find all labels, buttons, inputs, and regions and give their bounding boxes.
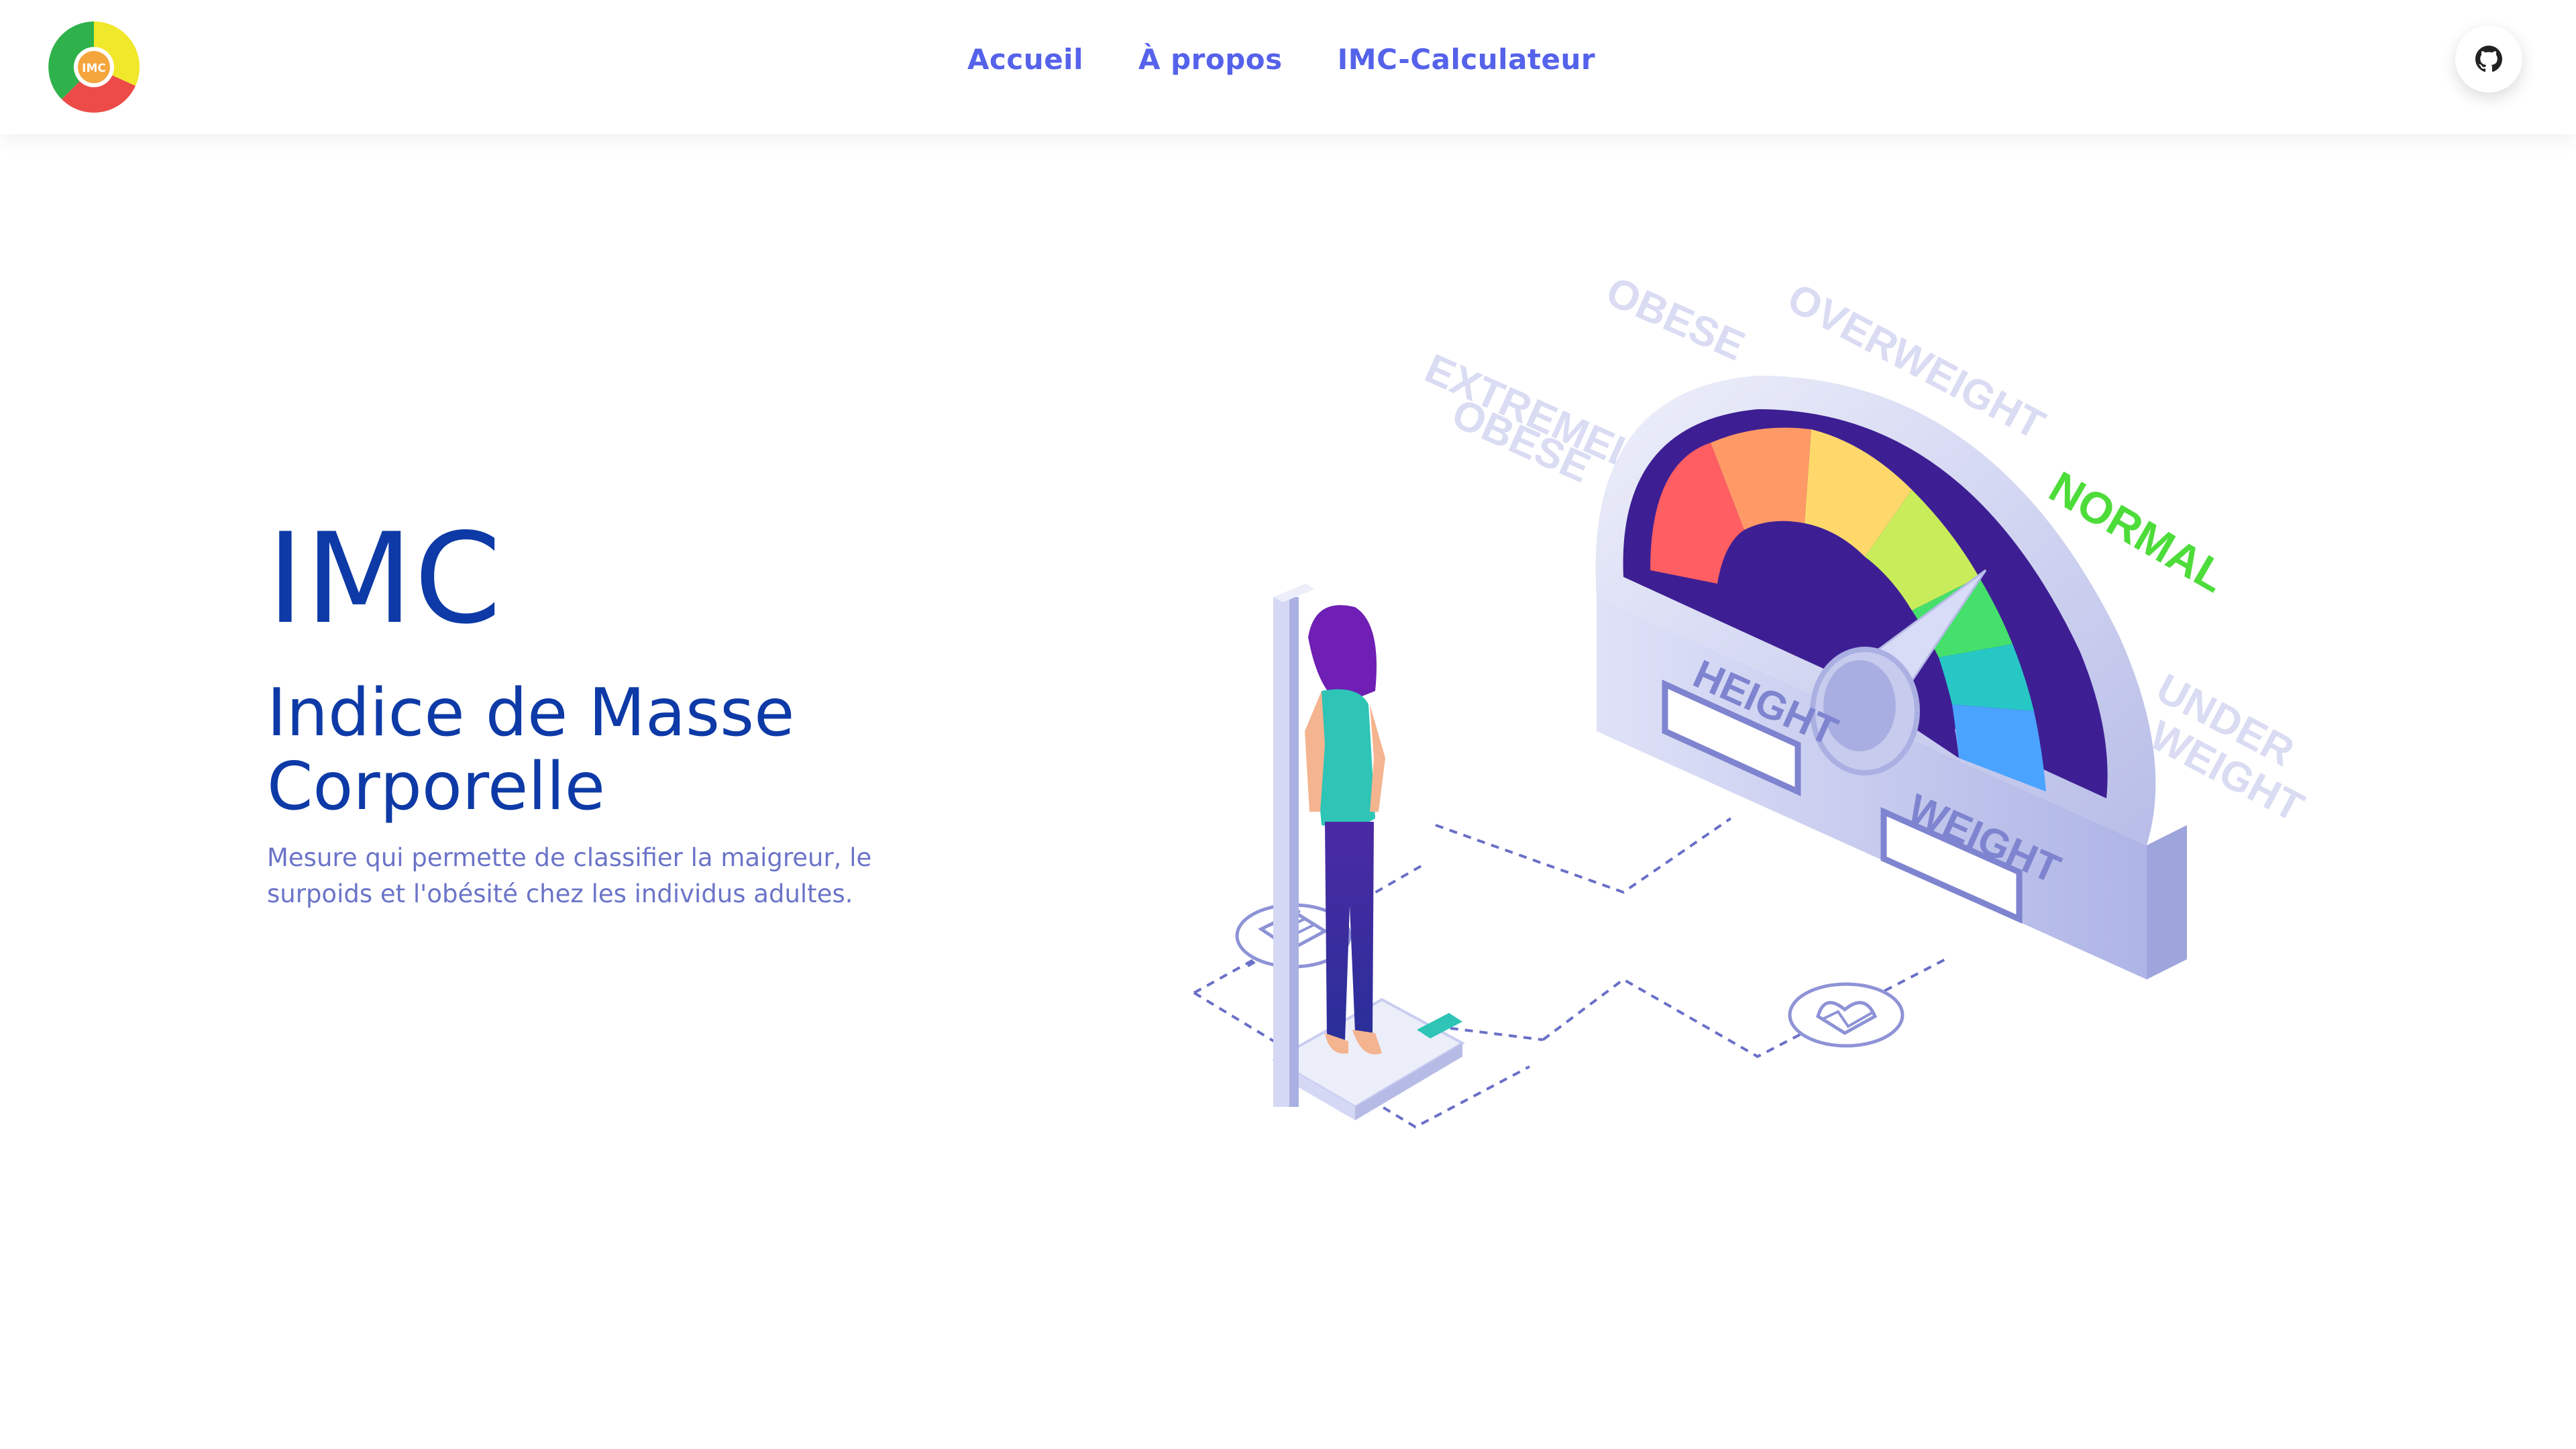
heart-icon — [1788, 982, 1904, 1048]
hero-description: Mesure qui permette de classifier la mai… — [267, 843, 872, 908]
main-nav: Accueil À propos IMC-Calculateur — [967, 38, 1595, 80]
logo[interactable]: IMC — [48, 21, 140, 113]
hero-section: IMC Indice de Masse Corporelle Mesure qu… — [267, 517, 911, 912]
logo-pie: IMC — [48, 21, 140, 113]
hero-subtitle: Indice de Masse Corporelle — [267, 675, 795, 825]
logo-text: IMC — [82, 62, 106, 75]
nav-link-a-propos[interactable]: À propos — [1138, 43, 1283, 76]
nav-link-imc-calculateur[interactable]: IMC-Calculateur — [1338, 43, 1595, 76]
navbar: IMC Accueil À propos IMC-Calculateur — [0, 0, 2576, 134]
bmi-illustration: EXTREMELY OBESE OBESE OVERWEIGHT UNDER W… — [1154, 221, 2321, 1161]
hero-title: IMC — [267, 506, 503, 651]
label-obese: OBESE — [1599, 268, 1751, 370]
woman-figure — [1305, 605, 1385, 1055]
bmi-scale-illustration: EXTREMELY OBESE OBESE OVERWEIGHT UNDER W… — [1193, 268, 2311, 1129]
github-button[interactable] — [2455, 25, 2522, 93]
github-icon — [2475, 46, 2502, 72]
nav-link-accueil[interactable]: Accueil — [967, 43, 1083, 76]
